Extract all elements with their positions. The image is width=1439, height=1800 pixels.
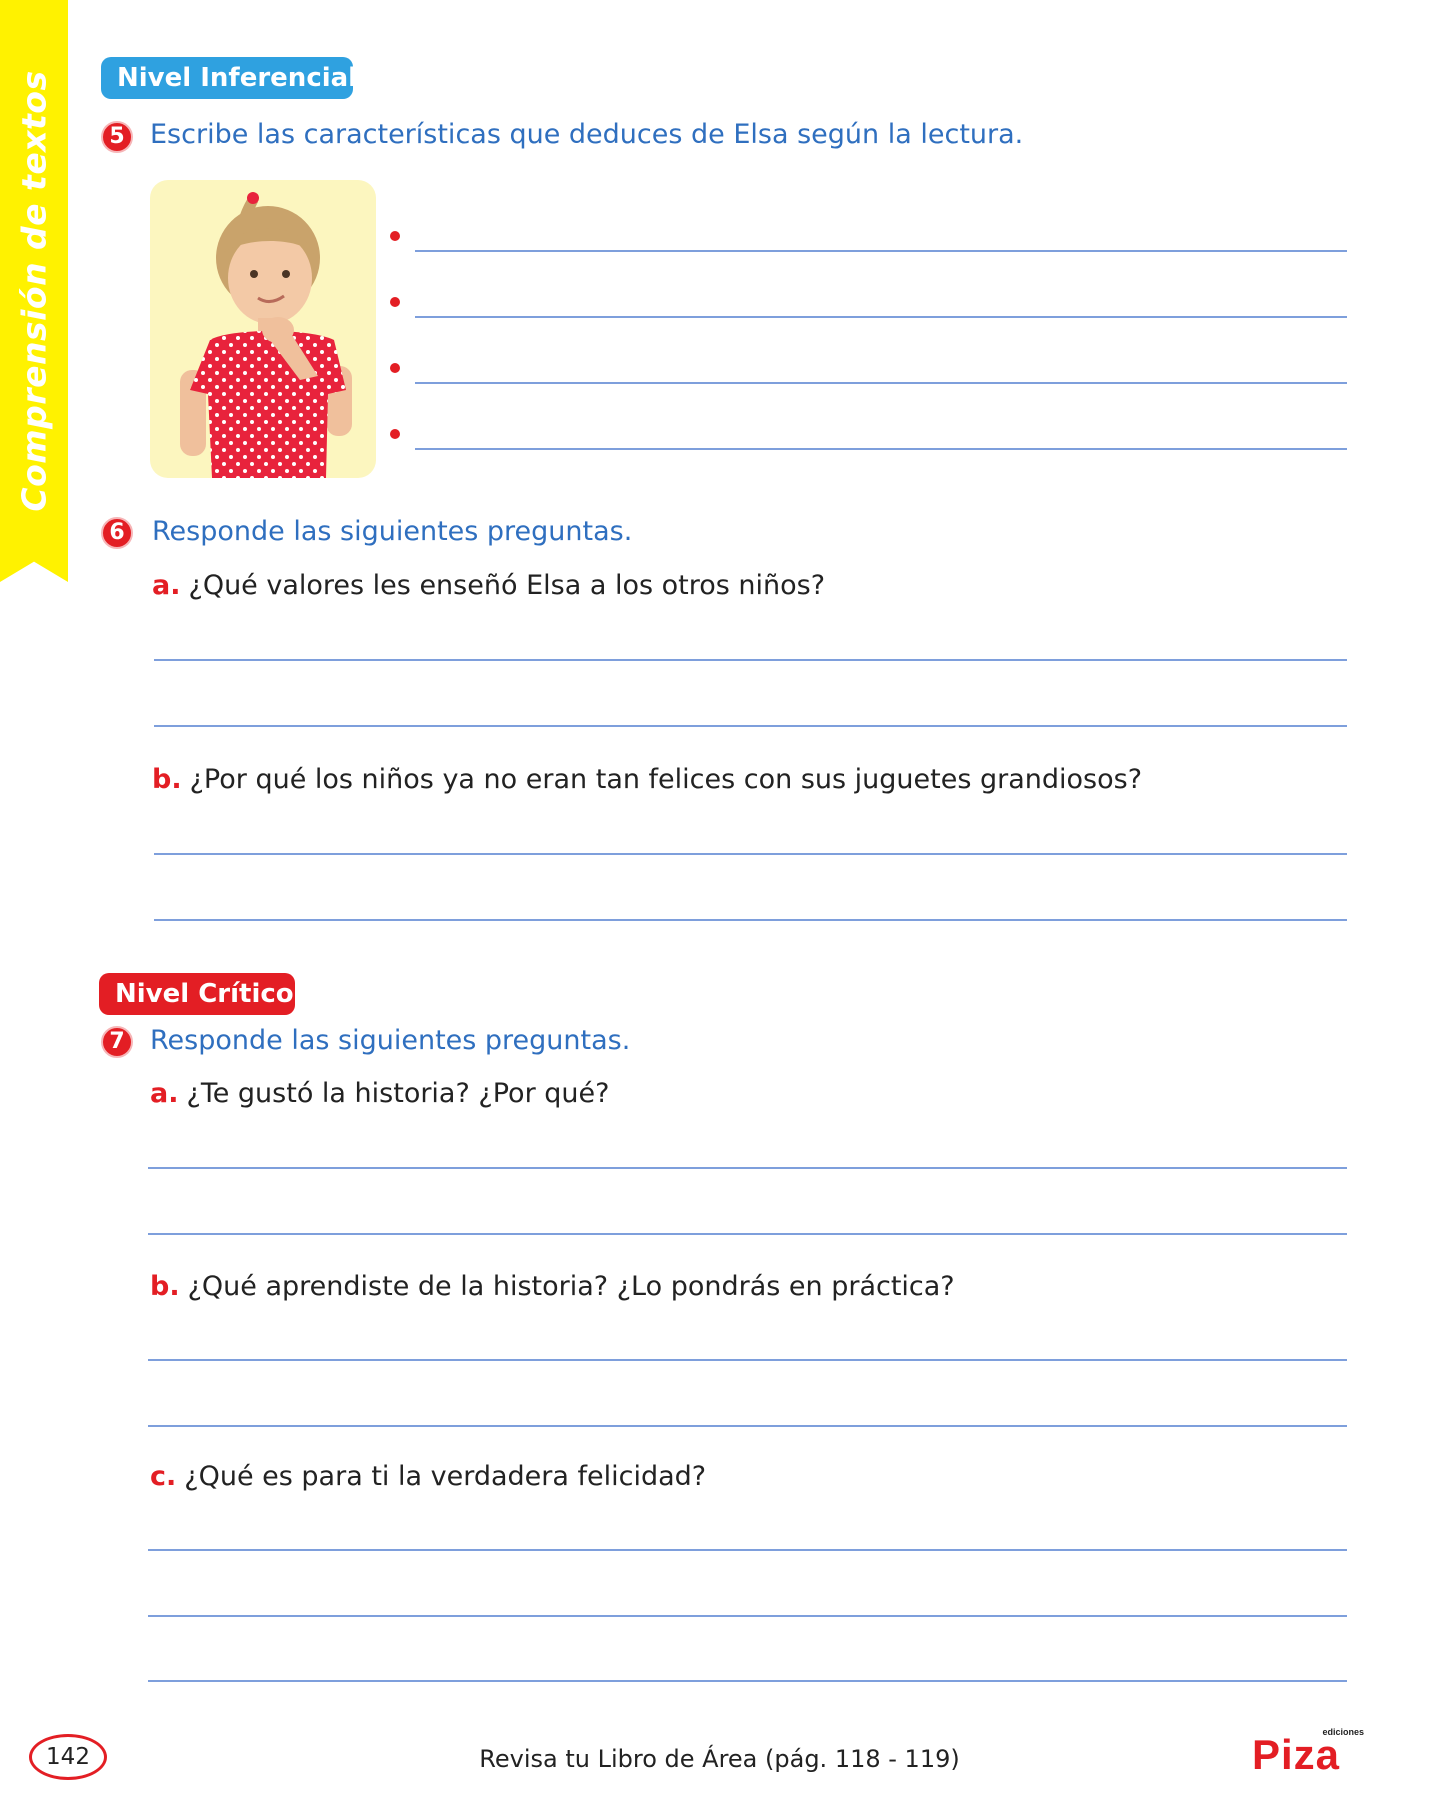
answer-line-7b-1[interactable]	[148, 1359, 1347, 1361]
answer-line-5-2[interactable]	[415, 316, 1347, 318]
question-number-5: 5	[101, 121, 133, 153]
question-6b: b. ¿Por qué los niños ya no eran tan feli…	[152, 764, 1142, 795]
answer-line-7b-2[interactable]	[148, 1425, 1347, 1427]
question-6b-text: ¿Por qué los niños ya no eran tan felice…	[189, 764, 1143, 795]
question-7b-text: ¿Qué aprendiste de la historia? ¿Lo pond…	[187, 1271, 955, 1302]
side-tab-label: Comprensión de textos	[14, 70, 54, 512]
badge-nivel-critico: Nivel Crítico	[99, 973, 295, 1015]
question-6a: a. ¿Qué valores les enseñó Elsa a los otr…	[152, 570, 825, 601]
question-5-text: Escribe las características que deduces …	[150, 119, 1024, 150]
answer-line-5-4[interactable]	[415, 448, 1347, 450]
girl-illustration	[180, 192, 352, 478]
question-number-7: 7	[101, 1026, 133, 1058]
question-7a-letter: a.	[150, 1078, 179, 1109]
question-7a-text: ¿Te gustó la historia? ¿Por qué?	[186, 1078, 610, 1109]
answer-line-6b-2[interactable]	[154, 919, 1347, 921]
question-6a-letter: a.	[152, 570, 181, 601]
question-6a-text: ¿Qué valores les enseñó Elsa a los otros…	[188, 570, 826, 601]
answer-line-5-1[interactable]	[415, 250, 1347, 252]
bullet-1	[390, 231, 400, 241]
badge-nivel-inferencial: Nivel Inferencial	[101, 57, 357, 99]
question-7b-letter: b.	[150, 1271, 180, 1302]
answer-line-7a-1[interactable]	[148, 1167, 1347, 1169]
question-7c: c. ¿Qué es para ti la verdadera felicidad…	[150, 1461, 706, 1492]
answer-line-6b-1[interactable]	[154, 853, 1347, 855]
question-7b: b. ¿Qué aprendiste de la historia? ¿Lo po…	[150, 1271, 955, 1302]
answer-line-5-3[interactable]	[415, 382, 1347, 384]
question-6b-letter: b.	[152, 764, 182, 795]
answer-line-7c-1[interactable]	[148, 1549, 1347, 1551]
bullet-4	[390, 429, 400, 439]
answer-line-7c-2[interactable]	[148, 1615, 1347, 1617]
question-7a: a. ¿Te gustó la historia? ¿Por qué?	[150, 1078, 609, 1109]
question-7c-text: ¿Qué es para ti la verdadera felicidad?	[184, 1461, 707, 1492]
question-number-6: 6	[101, 517, 133, 549]
bullet-3	[390, 363, 400, 373]
question-6-text: Responde las siguientes preguntas.	[152, 516, 633, 547]
girl-photo	[150, 180, 376, 478]
question-7-text: Responde las siguientes preguntas.	[150, 1025, 631, 1056]
answer-line-7c-3[interactable]	[148, 1680, 1347, 1682]
footer-reference: Revisa tu Libro de Área (pág. 118 - 119)	[479, 1745, 960, 1773]
piza-logo: ediciones Piza	[1252, 1727, 1364, 1777]
logo-piza: Piza	[1252, 1731, 1341, 1778]
bullet-2	[390, 297, 400, 307]
answer-line-6a-1[interactable]	[154, 659, 1347, 661]
answer-line-7a-2[interactable]	[148, 1233, 1347, 1235]
answer-line-6a-2[interactable]	[154, 725, 1347, 727]
question-7c-letter: c.	[150, 1461, 177, 1492]
